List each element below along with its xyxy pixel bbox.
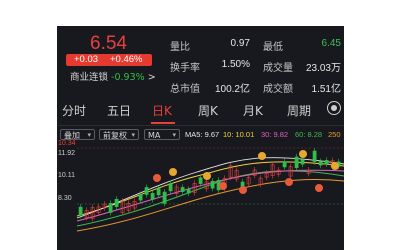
candle-body: [114, 198, 119, 207]
ma5-line: [76, 157, 344, 219]
b-marker-icon: [219, 182, 227, 190]
candle-body: [138, 194, 143, 201]
b-marker-icon: [239, 186, 247, 194]
candle-body: [168, 183, 173, 192]
candle-body: [108, 203, 113, 213]
candle-body: [300, 159, 305, 165]
candle-body: [210, 180, 215, 189]
candle-body: [294, 156, 299, 169]
s-marker-icon: [258, 152, 266, 160]
candle-body: [144, 187, 149, 195]
b-marker-icon: [315, 184, 323, 192]
candle-body: [324, 160, 329, 165]
candle-body: [78, 206, 83, 216]
kline-chart[interactable]: [57, 26, 344, 250]
candle-body: [198, 177, 203, 184]
b-marker-icon: [285, 178, 293, 186]
s-marker-icon: [331, 162, 339, 170]
s-marker-icon: [203, 172, 211, 180]
candle-body: [318, 161, 323, 166]
candle-body: [186, 189, 191, 194]
ma60-line: [76, 170, 344, 227]
s-marker-icon: [169, 168, 177, 176]
candle-body: [162, 191, 167, 204]
candle-body: [156, 188, 161, 196]
b-marker-icon: [153, 174, 161, 182]
candle-body: [312, 150, 317, 162]
s-marker-icon: [299, 150, 307, 158]
candle-body: [180, 187, 185, 192]
candle-body: [150, 193, 155, 200]
stock-quote-panel: 6.54 +0.03 +0.46% 商业连锁 -0.93% > 量比 0.97 …: [57, 26, 344, 250]
candle-body: [282, 161, 287, 168]
